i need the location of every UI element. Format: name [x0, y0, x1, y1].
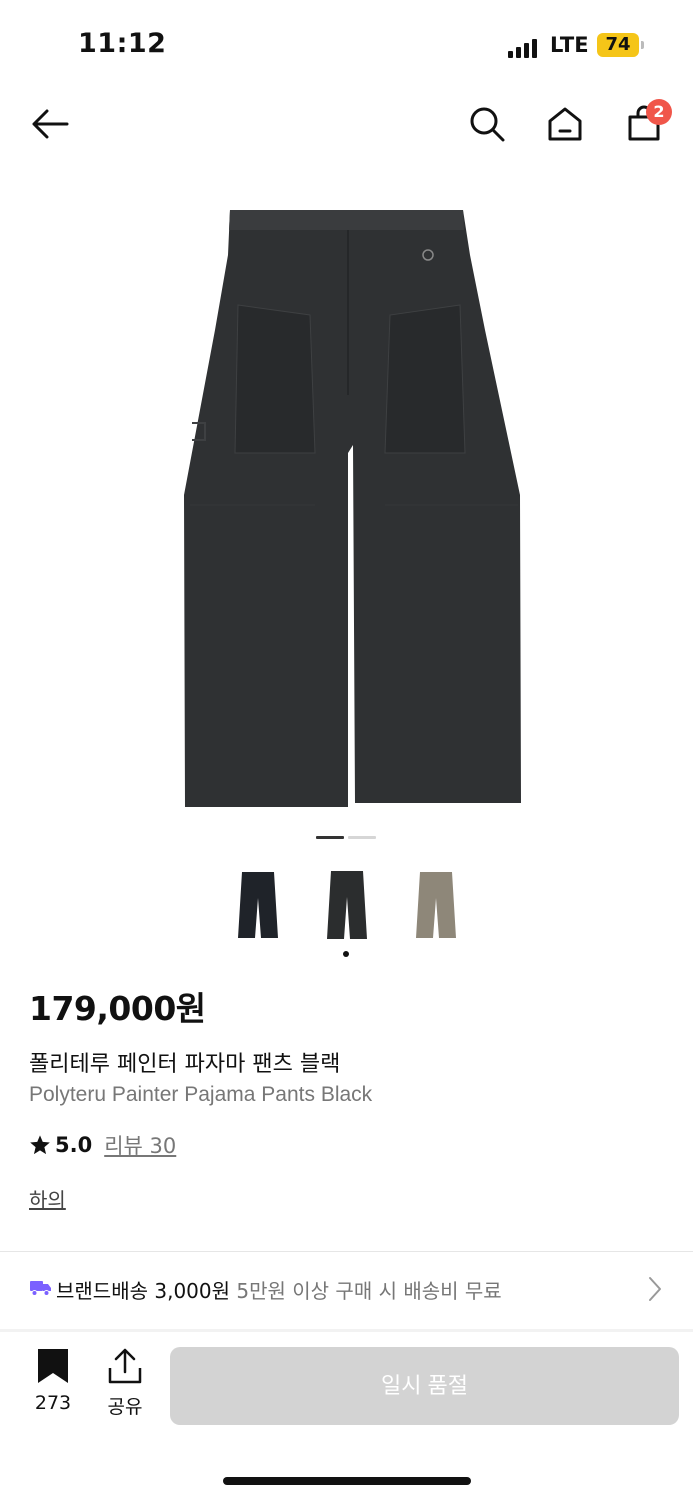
bookmark-count: 273: [34, 1392, 72, 1414]
home-button[interactable]: [543, 92, 587, 156]
color-swatch-khaki[interactable]: [406, 862, 466, 946]
star-icon: [30, 1135, 50, 1155]
bookmark-icon: [38, 1349, 68, 1383]
battery-icon: 74: [597, 33, 639, 57]
color-swatch-navy[interactable]: [228, 862, 288, 946]
status-time: 11:12: [78, 28, 167, 59]
share-icon: [108, 1348, 142, 1384]
swatch-image: [327, 871, 367, 939]
swatch-image: [416, 872, 456, 938]
carousel-dot: [348, 836, 376, 839]
search-icon: [470, 107, 505, 142]
sold-out-button[interactable]: 일시 품절: [170, 1347, 679, 1425]
battery-level: 74: [605, 34, 631, 55]
rating-score: 5.0: [55, 1133, 93, 1157]
product-price: 179,000원: [29, 989, 206, 1028]
category-link[interactable]: 하의: [29, 1184, 66, 1213]
shipping-text: 브랜드배송 3,000원 5만원 이상 구매 시 배송비 무료: [56, 1275, 502, 1304]
carousel-dot-active: [316, 836, 344, 839]
signal-icon: [508, 38, 538, 58]
bottom-action-bar: 273 공유 일시 품절: [0, 1332, 693, 1442]
carousel-indicator: [316, 836, 378, 840]
home-indicator[interactable]: [223, 1477, 471, 1485]
battery-tip: [641, 41, 644, 49]
product-image[interactable]: [170, 195, 530, 815]
color-swatch-black[interactable]: [317, 862, 377, 946]
network-type: LTE: [550, 33, 589, 57]
shipping-note: 5만원 이상 구매 시 배송비 무료: [236, 1279, 502, 1303]
rating-row: 5.0 리뷰 30: [29, 1130, 176, 1160]
cart-count-badge: 2: [646, 99, 672, 125]
product-title-ko: 폴리테루 페인터 파자마 팬츠 블랙: [29, 1052, 341, 1077]
color-options: [0, 862, 693, 962]
arrow-left-icon: [32, 109, 69, 139]
status-bar: 11:12 LTE 74: [0, 0, 693, 92]
selected-swatch-indicator: [343, 951, 349, 957]
bookmark-button[interactable]: 273: [28, 1348, 78, 1428]
shipping-label: 브랜드배송 3,000원: [56, 1279, 231, 1303]
home-icon: [548, 107, 582, 141]
pants-image: [184, 210, 521, 807]
back-button[interactable]: [27, 92, 71, 156]
chevron-right-icon: [649, 1277, 661, 1301]
search-button[interactable]: [465, 92, 509, 156]
top-nav: [0, 92, 693, 156]
share-button[interactable]: 공유: [100, 1348, 150, 1428]
review-link[interactable]: 리뷰 30: [104, 1130, 176, 1160]
swatch-image: [238, 872, 278, 938]
shipping-info-row[interactable]: 브랜드배송 3,000원 5만원 이상 구매 시 배송비 무료: [0, 1252, 693, 1328]
share-label: 공유: [107, 1396, 143, 1418]
product-title-en: Polyteru Painter Pajama Pants Black: [29, 1083, 373, 1106]
truck-icon: [30, 1281, 51, 1296]
